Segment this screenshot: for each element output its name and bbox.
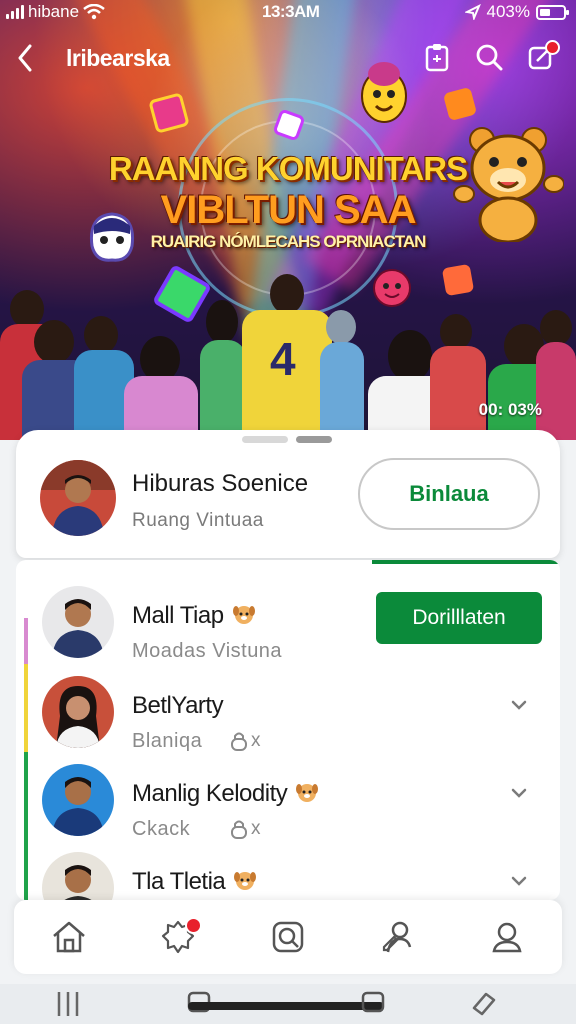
status-right: 403% xyxy=(464,2,569,22)
page-title: lribearska xyxy=(66,45,170,71)
tag-icon xyxy=(472,992,496,1016)
chevron-left-icon xyxy=(18,44,32,72)
status-time: 13:3AM xyxy=(262,2,320,21)
row-stripe xyxy=(24,618,28,666)
owner-subtitle: Ruang Vintuaa xyxy=(132,510,264,531)
search-button[interactable] xyxy=(474,40,504,74)
crowd-person xyxy=(430,314,486,440)
tab-people[interactable] xyxy=(370,909,426,965)
compose-button[interactable] xyxy=(526,40,560,74)
dog-emoji-icon xyxy=(296,784,319,802)
member-list: Mall Tiap Moadas Vistuna Dorilllaten Bet… xyxy=(16,560,560,900)
drag-handle[interactable] xyxy=(242,436,288,443)
row-stripe xyxy=(24,752,28,844)
tab-profile[interactable] xyxy=(479,909,535,965)
lock-status: x xyxy=(230,730,261,752)
dog-emoji-icon xyxy=(234,872,257,890)
recents-icon xyxy=(57,992,79,1016)
row-stripe xyxy=(24,840,28,900)
member-name: Manlig Kelodity xyxy=(132,780,319,808)
banner-headline: RAANNG KOMUNITARS xyxy=(108,150,468,187)
member-subtitle: Ckack xyxy=(132,818,191,840)
back-button[interactable] xyxy=(10,40,40,76)
wifi-icon xyxy=(83,4,105,20)
chevron-down-icon xyxy=(511,700,527,710)
crowd-person xyxy=(536,310,576,440)
lock-status: x xyxy=(230,818,261,840)
location-icon xyxy=(464,4,481,20)
crowd-person: 4 xyxy=(242,274,332,440)
recent-apps-button[interactable] xyxy=(54,990,82,1018)
tab-search[interactable] xyxy=(260,909,316,965)
avatar xyxy=(40,460,116,536)
search-icon xyxy=(476,44,503,71)
battery-percent: 403% xyxy=(486,2,530,21)
overview-button[interactable] xyxy=(360,990,386,1016)
member-subtitle: Blaniqa xyxy=(132,730,203,752)
lock-label: x xyxy=(251,818,261,839)
nav-actions xyxy=(422,40,560,74)
notification-badge xyxy=(185,917,203,934)
crowd-person xyxy=(320,310,364,440)
banner-headline: VIBLTUN SAA xyxy=(160,188,417,232)
lock-label: x xyxy=(251,730,261,751)
list-accent xyxy=(372,560,560,564)
carrier-name: hibane xyxy=(28,2,80,21)
list-item[interactable]: Tla Tletia Tl xyxy=(16,840,560,900)
system-navigation xyxy=(0,984,576,1024)
avatar xyxy=(42,852,114,900)
screen: RAANNG KOMUNITARS VIBLTUN SAA RUAIRIG NÓ… xyxy=(0,0,576,1024)
tab-badges[interactable] xyxy=(150,909,206,965)
expand-button[interactable] xyxy=(508,870,530,892)
dog-emoji-icon xyxy=(232,606,255,624)
clipboard-icon xyxy=(425,44,449,72)
member-subtitle: Moadas Vistuna xyxy=(132,640,283,662)
status-left: hibane xyxy=(6,2,105,22)
user-edit-icon xyxy=(382,921,411,953)
list-item[interactable]: Manlig Kelodity Ckack x xyxy=(16,752,560,844)
bottom-tab-bar xyxy=(14,900,562,974)
signal-icon xyxy=(6,5,24,19)
home-icon xyxy=(52,921,85,953)
status-bar: hibane 13:3AM 403% xyxy=(0,0,576,24)
follow-button[interactable]: Dorilllaten xyxy=(376,592,542,644)
home-indicator[interactable] xyxy=(188,1002,384,1010)
square-icon xyxy=(361,991,385,1013)
avatar xyxy=(42,676,114,748)
row-stripe xyxy=(24,664,28,756)
notification-badge xyxy=(545,40,560,55)
expand-button[interactable] xyxy=(508,782,530,804)
keyboard-toggle-button[interactable] xyxy=(470,990,498,1018)
member-name: BetlYarty xyxy=(132,692,224,719)
banner-counter: 00: 03% xyxy=(478,400,542,419)
owner-name: Hiburas Soenice xyxy=(132,470,309,497)
battery-icon xyxy=(536,4,569,20)
list-item[interactable]: BetlYarty Blaniqa x xyxy=(16,664,560,756)
list-item[interactable]: Mall Tiap Moadas Vistuna Dorilllaten xyxy=(16,574,560,666)
crowd-person xyxy=(124,336,198,440)
join-button[interactable]: Binlaua xyxy=(358,458,540,530)
lock-icon xyxy=(231,732,247,751)
member-name: Mall Tiap xyxy=(132,602,256,630)
profile-icon xyxy=(492,922,522,953)
chevron-down-icon xyxy=(511,788,527,798)
lock-icon xyxy=(231,820,247,839)
jersey-number: 4 xyxy=(270,333,296,385)
member-name: Tla Tletia xyxy=(132,868,257,896)
owner-card: Hiburas Soenice Ruang Vintuaa Binlaua xyxy=(16,430,560,558)
drag-handle[interactable] xyxy=(296,436,332,443)
bookmark-button[interactable] xyxy=(422,40,452,74)
avatar xyxy=(42,586,114,658)
search-icon xyxy=(272,921,304,953)
tab-home[interactable] xyxy=(41,909,97,965)
crowd-person xyxy=(200,300,246,440)
expand-button[interactable] xyxy=(508,694,530,716)
top-nav: lribearska xyxy=(0,36,576,80)
chevron-down-icon xyxy=(511,876,527,886)
avatar xyxy=(42,764,114,836)
